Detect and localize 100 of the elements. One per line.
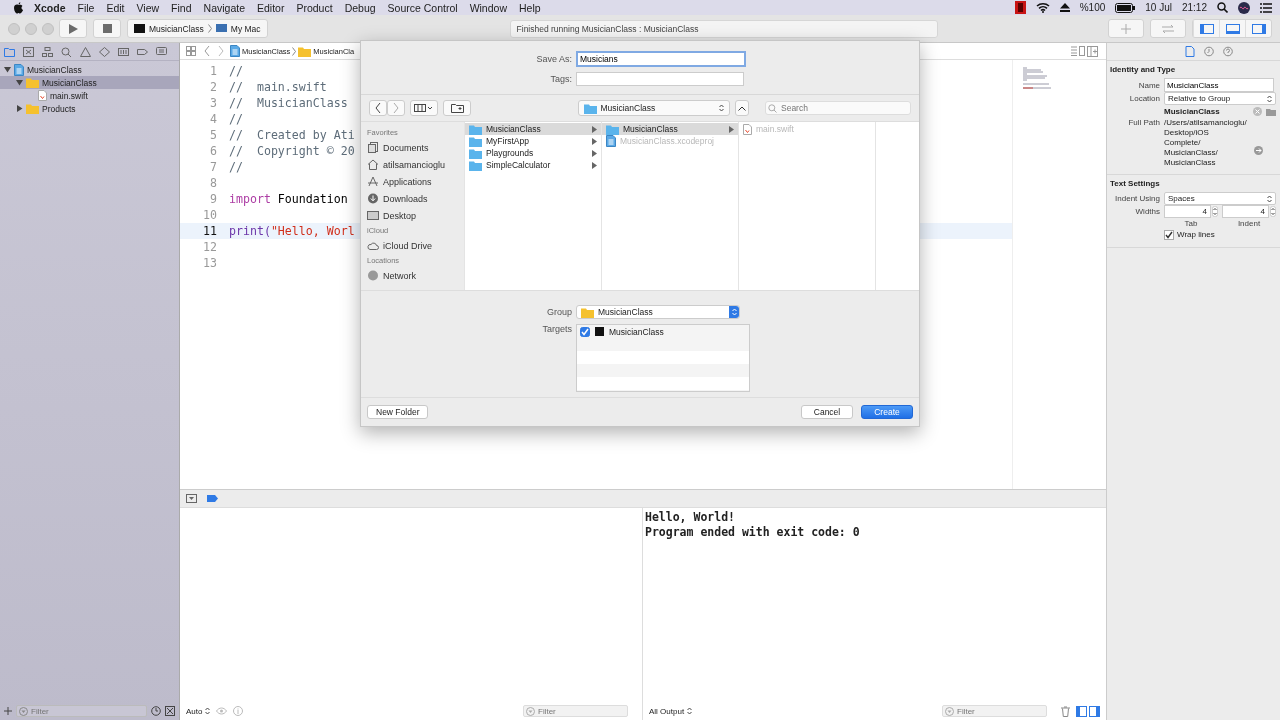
save-as-field[interactable]: Musicians (576, 51, 746, 67)
file-browser-item[interactable]: MusicianClass (465, 123, 601, 135)
disclosure-triangle-icon[interactable] (16, 105, 23, 112)
sidebar-item[interactable]: Desktop (367, 207, 464, 224)
eject-icon[interactable] (1059, 3, 1070, 12)
new-folder-button[interactable] (443, 100, 471, 116)
indent-width-field[interactable]: 4 (1222, 205, 1269, 218)
menu-item[interactable]: Editor (257, 1, 285, 14)
stepper-icon[interactable] (1270, 206, 1276, 217)
film-icon[interactable] (1014, 1, 1026, 14)
split-view-icon[interactable] (1076, 705, 1100, 717)
sidebar-item[interactable]: Network (367, 267, 464, 284)
section-title: Identity and Type (1110, 65, 1177, 74)
sidebar-item[interactable]: Documents (367, 139, 464, 156)
clear-icon[interactable] (1253, 107, 1262, 116)
hide-debug-icon[interactable] (186, 494, 197, 503)
wifi-icon[interactable] (1035, 2, 1050, 13)
sidebar-item[interactable]: Applications (367, 173, 464, 190)
output-popup[interactable]: All Output (649, 706, 693, 716)
symbol-navigator-tab[interactable] (42, 46, 53, 57)
menu-item[interactable]: Debug (344, 1, 376, 14)
menu-item[interactable]: Source Control (387, 1, 458, 14)
view-mode-button[interactable] (410, 100, 438, 116)
field-label: Location (1128, 94, 1160, 103)
search-navigator-tab[interactable] (61, 46, 72, 57)
battery-icon[interactable] (1115, 2, 1136, 13)
indent-popup[interactable]: Spaces (1164, 192, 1276, 205)
box-icon[interactable] (165, 706, 175, 716)
report-navigator-tab[interactable] (156, 46, 167, 57)
menu-item[interactable]: Xcode (34, 1, 66, 14)
stepper-icon[interactable] (1212, 206, 1218, 217)
location-popup[interactable]: Relative to Group (1164, 92, 1276, 105)
terminal-icon (595, 327, 604, 336)
menu-item[interactable]: View (136, 1, 160, 14)
info-icon[interactable] (233, 706, 244, 716)
name-field[interactable]: MusicianClass (1164, 78, 1274, 92)
forward-icon[interactable] (218, 46, 224, 56)
list-icon[interactable] (1260, 2, 1272, 13)
navigator-row[interactable]: main.swift (0, 89, 179, 102)
group-popup[interactable]: MusicianClass (576, 305, 740, 319)
help-inspector-tab[interactable] (1222, 46, 1233, 57)
source-control-navigator-tab[interactable] (23, 46, 34, 57)
navigator-row[interactable]: MusicianClass (0, 63, 179, 76)
filter-field[interactable]: Filter (942, 705, 1047, 717)
back-icon[interactable] (204, 46, 210, 56)
filter-field[interactable]: Filter (16, 705, 147, 717)
navigator-row[interactable]: Products (0, 102, 179, 115)
navigator-row[interactable]: MusicianClass (0, 76, 179, 89)
menu-item[interactable]: Navigate (203, 1, 245, 14)
filter-field[interactable]: Filter (523, 705, 628, 717)
tags-field[interactable] (576, 72, 744, 86)
file-browser-item[interactable]: MyFirstApp (465, 135, 601, 147)
menu-item[interactable]: Edit (106, 1, 125, 14)
wrap-lines-checkbox[interactable]: Wrap lines (1164, 229, 1215, 240)
menu-item[interactable]: File (77, 1, 95, 14)
collapse-button[interactable] (734, 100, 749, 116)
test-navigator-tab[interactable] (99, 46, 110, 57)
location-popup[interactable]: MusicianClass (577, 100, 730, 116)
clock-icon[interactable] (151, 706, 161, 716)
search-field[interactable]: Search (765, 101, 911, 115)
disclosure-triangle-icon[interactable] (4, 66, 11, 73)
menu-item[interactable]: Help (519, 1, 541, 14)
menu-item[interactable]: Find (171, 1, 192, 14)
sidebar-item[interactable]: atilsamancioglu (367, 156, 464, 173)
disclosure-triangle-icon[interactable] (16, 79, 23, 86)
menu-item[interactable]: Window (469, 1, 507, 14)
add-editor-icon[interactable] (1087, 45, 1098, 57)
issue-navigator-tab[interactable] (80, 46, 91, 57)
checkbox-icon[interactable] (580, 326, 590, 337)
run-button[interactable] (59, 19, 87, 38)
eye-icon[interactable] (216, 707, 228, 715)
breakpoint-icon[interactable] (207, 495, 218, 502)
plus-icon[interactable] (4, 707, 12, 715)
file-browser-item[interactable]: Playgrounds (465, 147, 601, 159)
grid-icon[interactable] (186, 46, 196, 56)
trash-icon[interactable] (1061, 705, 1070, 717)
apple-icon[interactable] (13, 1, 24, 14)
sidebar-item[interactable]: Downloads (367, 190, 464, 207)
menu-item[interactable]: Product (296, 1, 333, 14)
history-inspector-tab[interactable] (1203, 46, 1214, 57)
sidebar-item[interactable]: iCloud Drive (367, 237, 464, 254)
dialog-button[interactable]: New Folder (367, 405, 429, 419)
file-browser-item[interactable]: MusicianClass (602, 123, 738, 135)
tab-width-field[interactable]: 4 (1164, 205, 1211, 218)
scope-popup[interactable]: Auto (186, 706, 211, 716)
folder-icon[interactable] (1266, 107, 1276, 116)
reveal-arrow-icon[interactable] (1254, 146, 1263, 155)
breakpoint-navigator-tab[interactable] (137, 46, 148, 57)
stop-button[interactable] (93, 19, 121, 38)
target-row[interactable]: MusicianClass (577, 325, 749, 338)
file-browser-item[interactable]: SimpleCalculator (465, 159, 601, 171)
dialog-button[interactable]: Cancel (801, 405, 853, 419)
debug-navigator-tab[interactable] (118, 46, 129, 57)
dialog-button[interactable]: Create (861, 405, 913, 419)
search-icon[interactable] (1217, 2, 1228, 13)
file-inspector-tab[interactable] (1184, 46, 1195, 57)
folder-navigator-tab[interactable] (4, 46, 15, 57)
scheme-selector[interactable]: MusicianClass My Mac (127, 19, 268, 38)
back-button[interactable] (369, 100, 387, 116)
lines-icon[interactable] (1071, 46, 1085, 56)
